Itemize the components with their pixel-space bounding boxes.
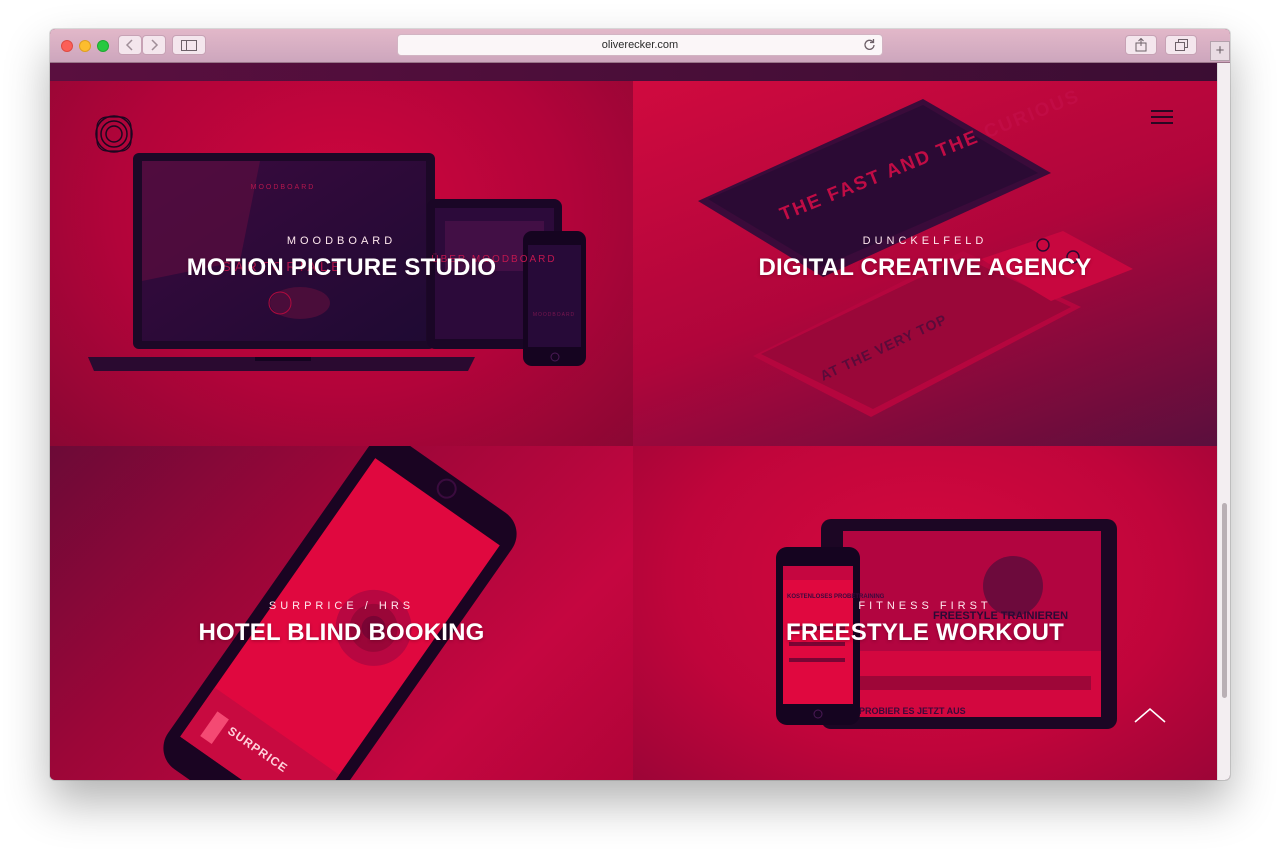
hamburger-line	[1151, 122, 1173, 124]
project-caption: SURPRICE / HRS HOTEL BLIND BOOKING	[50, 600, 633, 647]
project-title: MOTION PICTURE STUDIO	[186, 254, 497, 281]
project-tile-surprice[interactable]: SURPRICE SURPRICE / HRS HOTEL BLIND BOOK…	[50, 446, 633, 780]
tabs-icon	[1174, 39, 1188, 51]
moodboard-screen-brand: MOODBOARD	[251, 184, 316, 191]
url-text: oliverecker.com	[601, 39, 679, 51]
project-subtitle: MOODBOARD	[286, 235, 397, 247]
project-tile-dunckelfeld[interactable]: THE FAST AND THE CURIOUS AT THE VERY TOP…	[633, 81, 1217, 446]
hamburger-line	[1151, 110, 1173, 112]
project-subtitle: DUNCKELFELD	[862, 235, 988, 247]
chevron-up-icon[interactable]	[1134, 707, 1166, 723]
project-title: DIGITAL CREATIVE AGENCY	[758, 254, 1092, 281]
project-subtitle: SURPRICE / HRS	[268, 600, 415, 612]
previous-section-strip	[50, 63, 1217, 81]
hamburger-line	[1151, 116, 1173, 118]
forward-icon	[151, 39, 159, 51]
project-caption: FITNESS FIRST FREESTYLE WORKOUT	[633, 600, 1217, 647]
share-button[interactable]	[1125, 35, 1157, 55]
project-caption: MOODBOARD MOTION PICTURE STUDIO	[50, 235, 633, 282]
fitness-tablet-footer: PROBIER ES JETZT AUS	[859, 706, 966, 716]
minimize-icon[interactable]	[79, 40, 91, 52]
forward-button[interactable]	[142, 35, 166, 55]
new-tab-button[interactable]: +	[1210, 41, 1230, 61]
project-tile-moodboard[interactable]: MOODBOARD SARTORIALE ÜBER MOODBOARD MOOD…	[50, 81, 633, 446]
sidebar-button[interactable]	[172, 35, 206, 55]
zoom-icon[interactable]	[97, 40, 109, 52]
page-content: MOODBOARD SARTORIALE ÜBER MOODBOARD MOOD…	[50, 63, 1217, 780]
sidebar-icon	[181, 39, 197, 51]
hamburger-icon[interactable]	[1151, 110, 1173, 124]
share-icon	[1135, 38, 1147, 52]
project-title: FREESTYLE WORKOUT	[785, 619, 1065, 646]
project-tile-fitness-first[interactable]: PROBIER ES JETZT AUS FREESTYLE TRAINIERE…	[633, 446, 1217, 780]
project-title: HOTEL BLIND BOOKING	[198, 619, 485, 646]
close-icon[interactable]	[61, 40, 73, 52]
scrollbar-thumb[interactable]	[1222, 503, 1227, 698]
logo-icon[interactable]	[94, 114, 134, 154]
browser-toolbar: oliverecker.com	[50, 29, 1230, 63]
browser-window: oliverecker.com MOODBOARD SARTORIALE ÜBE…	[50, 29, 1230, 780]
back-icon	[125, 39, 133, 51]
moodboard-phone-text: MOODBOARD	[533, 312, 575, 318]
vertical-scrollbar[interactable]	[1217, 63, 1230, 780]
project-caption: DUNCKELFELD DIGITAL CREATIVE AGENCY	[633, 235, 1217, 282]
tabs-button[interactable]	[1165, 35, 1197, 55]
address-bar[interactable]: oliverecker.com	[397, 34, 883, 56]
project-subtitle: FITNESS FIRST	[858, 600, 992, 612]
back-button[interactable]	[118, 35, 142, 55]
reload-icon[interactable]	[863, 38, 876, 51]
